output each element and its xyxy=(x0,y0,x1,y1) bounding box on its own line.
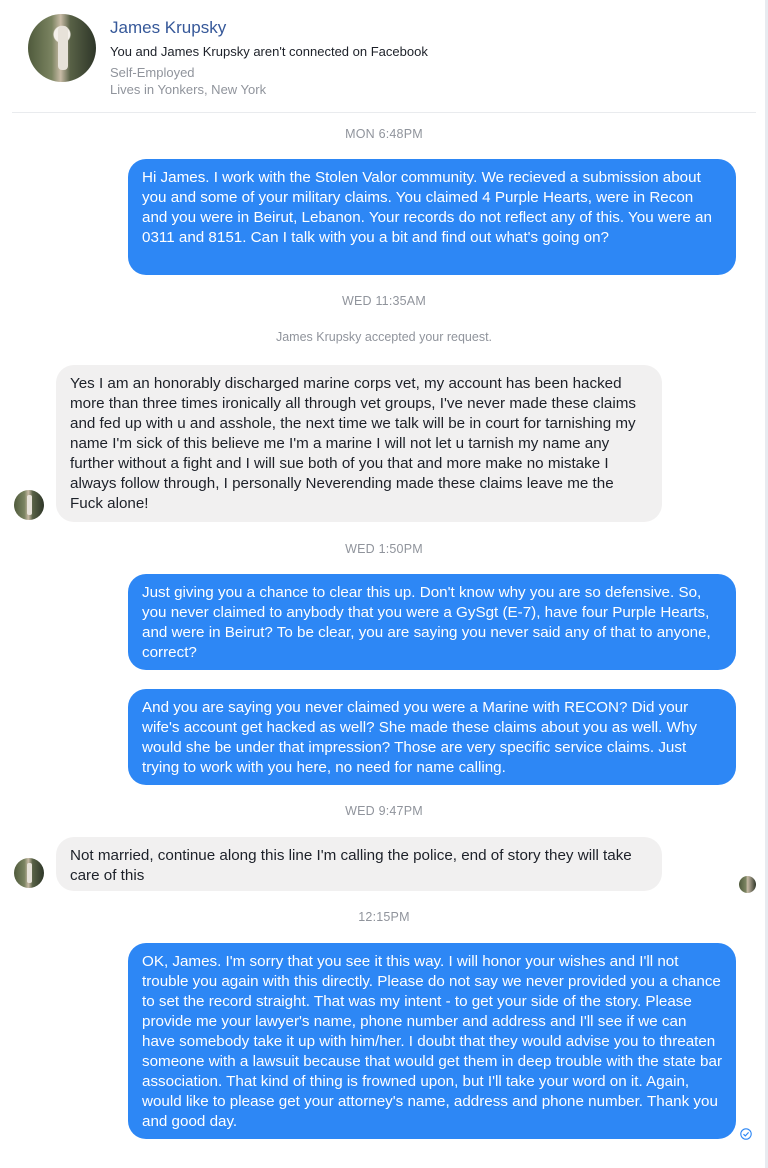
outgoing-message[interactable]: And you are saying you never claimed you… xyxy=(128,689,736,785)
incoming-message[interactable]: Yes I am an honorably discharged marine … xyxy=(56,365,662,522)
timestamp: WED 11:35AM xyxy=(342,294,426,308)
connection-note: You and James Krupsky aren't connected o… xyxy=(110,44,428,59)
conversation-header: James Krupsky You and James Krupsky aren… xyxy=(0,0,755,112)
outgoing-message[interactable]: Just giving you a chance to clear this u… xyxy=(128,574,736,670)
profile-avatar[interactable] xyxy=(28,14,96,82)
timestamp: 12:15PM xyxy=(358,910,410,924)
profile-work: Self-Employed xyxy=(110,65,195,80)
sender-avatar[interactable] xyxy=(14,490,44,520)
outgoing-message[interactable]: Hi James. I work with the Stolen Valor c… xyxy=(128,159,736,275)
timestamp: MON 6:48PM xyxy=(345,127,423,141)
system-message: James Krupsky accepted your request. xyxy=(275,330,493,344)
profile-location: Lives in Yonkers, New York xyxy=(110,82,267,97)
incoming-message[interactable]: Not married, continue along this line I'… xyxy=(56,837,662,891)
outgoing-message[interactable]: OK, James. I'm sorry that you see it thi… xyxy=(128,943,736,1139)
read-receipt-avatar xyxy=(739,876,756,893)
timestamp: WED 9:47PM xyxy=(345,804,423,818)
sender-avatar[interactable] xyxy=(14,858,44,888)
timestamp: WED 1:50PM xyxy=(345,542,423,556)
check-circle-icon xyxy=(740,1128,752,1140)
profile-name[interactable]: James Krupsky xyxy=(110,18,226,38)
header-divider xyxy=(12,112,756,113)
